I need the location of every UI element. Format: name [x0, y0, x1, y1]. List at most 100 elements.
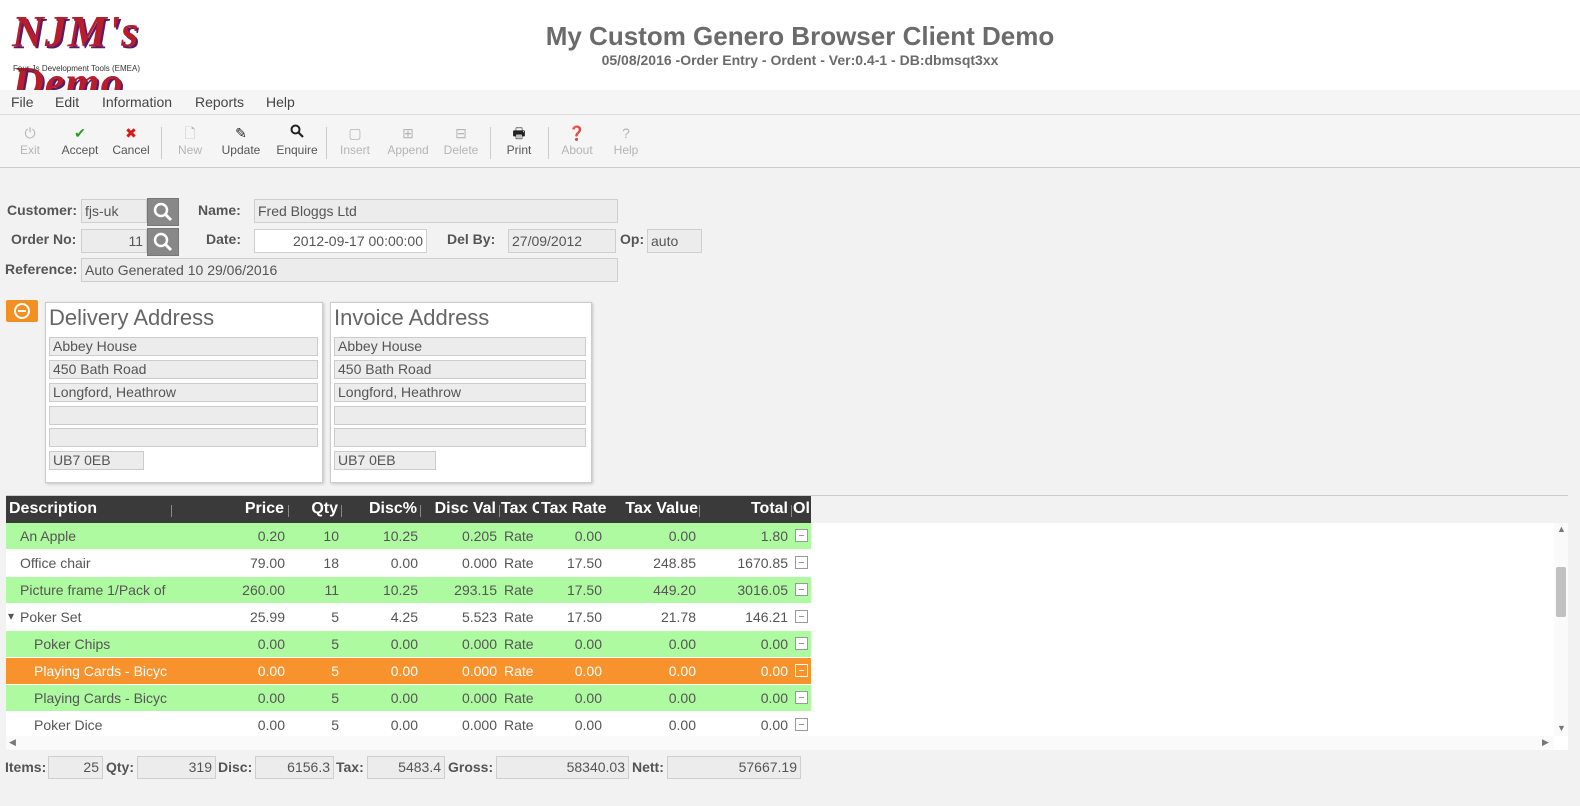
app-header: NJM's Demo Four Js Development Tools (EM… [0, 0, 1580, 107]
column-divider[interactable] [288, 505, 289, 517]
column-price[interactable]: Price [172, 500, 284, 518]
menu-reports[interactable]: Reports [195, 94, 244, 110]
row-option-icon[interactable] [795, 718, 808, 731]
qty-total-field: 319 [137, 756, 216, 779]
cell-qty: 5 [331, 663, 339, 679]
gross-total-field: 58340.03 [496, 756, 629, 779]
invoice-address-line-4[interactable] [334, 406, 586, 425]
gross-label: Gross: [448, 759, 494, 775]
row-option-icon[interactable] [795, 529, 808, 542]
scroll-down-icon[interactable]: ▼ [1557, 723, 1566, 733]
delivery-address-line-5[interactable] [49, 428, 318, 447]
row-option-icon[interactable] [795, 637, 808, 650]
delivery-address-line-1[interactable]: Abbey House [49, 337, 318, 356]
del-by-field[interactable]: 27/09/2012 [508, 229, 616, 253]
order-no-field[interactable]: 11 [81, 229, 147, 253]
menu-information[interactable]: Information [102, 94, 172, 110]
cell-price: 79.00 [249, 555, 285, 571]
insert-button[interactable]: ▢ Insert [336, 123, 374, 163]
cell-disc-pct: 10.25 [382, 582, 418, 598]
vertical-scrollbar[interactable]: ▲ ▼ [1554, 523, 1568, 736]
table-row[interactable]: An Apple 0.20 10 10.25 0.205 Rate 0.00 0.00 1.80 [6, 523, 811, 550]
column-disc-pct[interactable]: Disc% [343, 500, 417, 518]
update-label: Update [221, 143, 261, 157]
row-option-icon[interactable] [795, 610, 808, 623]
help-button[interactable]: ? Help [608, 123, 644, 163]
scroll-right-icon[interactable]: ▶ [1542, 737, 1549, 748]
invoice-postcode-field[interactable]: UB7 0EB [334, 451, 436, 470]
delivery-address-line-3[interactable]: Longford, Heathrow [49, 383, 318, 402]
column-tax-value[interactable]: Tax Value [608, 500, 698, 518]
date-field[interactable]: 2012-09-17 00:00:00 [254, 229, 427, 253]
column-disc-val[interactable]: Disc Val [422, 500, 496, 518]
column-tax-rate[interactable]: Tax Rate [541, 500, 606, 518]
delivery-postcode-field[interactable]: UB7 0EB [49, 451, 144, 470]
delivery-address-line-2[interactable]: 450 Bath Road [49, 360, 318, 379]
invoice-address-line-1[interactable]: Abbey House [334, 337, 586, 356]
menu-file[interactable]: File [11, 94, 34, 110]
column-divider[interactable] [420, 505, 421, 517]
menu-edit[interactable]: Edit [55, 94, 79, 110]
column-divider[interactable] [699, 505, 700, 517]
del-by-label: Del By: [447, 231, 496, 247]
table-row[interactable]: Playing Cards - Bicyc 0.00 5 0.00 0.000 Rate 0… [6, 658, 811, 685]
delete-button[interactable]: ⊟ Delete [440, 123, 482, 163]
reference-label: Reference: [5, 261, 78, 277]
invoice-address-line-2[interactable]: 450 Bath Road [334, 360, 586, 379]
customer-field[interactable]: fjs-uk [81, 199, 147, 223]
horizontal-scrollbar[interactable]: ◀ ▶ [6, 736, 1554, 750]
collapse-addresses-button[interactable] [6, 300, 38, 322]
append-button[interactable]: ⊞ Append [384, 123, 432, 163]
about-button[interactable]: ❓ About [558, 123, 596, 163]
column-tax-code[interactable]: Tax C [501, 500, 539, 518]
cell-tax-value: 0.00 [668, 717, 696, 733]
column-divider[interactable] [341, 505, 342, 517]
accept-button[interactable]: ✔ Accept [58, 123, 102, 163]
print-button[interactable]: 🖶 Print [500, 123, 538, 163]
name-field[interactable]: Fred Bloggs Ltd [254, 199, 618, 223]
power-icon: ⏻ [24, 125, 36, 141]
exit-button[interactable]: ⏻ Exit [12, 123, 48, 163]
table-row[interactable]: Poker Chips 0.00 5 0.00 0.000 Rate 0.00 0.00 0.0… [6, 631, 811, 658]
table-row[interactable]: Picture frame 1/Pack of 260.00 11 10.25 293.… [6, 577, 811, 604]
tax-label: Tax: [336, 759, 364, 775]
row-option-icon[interactable] [795, 664, 808, 677]
cancel-button[interactable]: ✖ Cancel [110, 123, 152, 163]
row-option-icon[interactable] [795, 691, 808, 704]
cell-tax-code: Rate [504, 717, 534, 733]
row-option-icon[interactable] [795, 556, 808, 569]
cell-price: 0.00 [257, 663, 285, 679]
cell-description: Playing Cards - Bicyc [34, 690, 168, 706]
menu-help[interactable]: Help [266, 94, 295, 110]
column-qty[interactable]: Qty [290, 500, 338, 518]
column-divider[interactable] [499, 505, 500, 517]
column-total[interactable]: Total [701, 500, 788, 518]
table-row[interactable]: ▾ Poker Set 25.99 5 4.25 5.523 Rate 17.50 21.78 1… [6, 604, 811, 631]
column-description[interactable]: Description [9, 500, 169, 518]
reference-field[interactable]: Auto Generated 10 29/06/2016 [81, 258, 618, 282]
column-options[interactable]: Ol [793, 500, 811, 518]
cell-price: 0.20 [257, 528, 285, 544]
customer-lookup-button[interactable] [147, 198, 179, 226]
cell-price: 0.00 [257, 690, 285, 706]
table-row[interactable]: Office chair 79.00 18 0.00 0.000 Rate 17.50 248… [6, 550, 811, 577]
scroll-left-icon[interactable]: ◀ [9, 737, 16, 748]
row-option-icon[interactable] [795, 583, 808, 596]
op-field[interactable]: auto [647, 229, 702, 253]
invoice-address-line-5[interactable] [334, 428, 586, 447]
table-row[interactable]: Playing Cards - Bicyc 0.00 5 0.00 0.000 Rate 0… [6, 685, 811, 712]
order-lookup-button[interactable] [147, 228, 179, 256]
invoice-address-line-3[interactable]: Longford, Heathrow [334, 383, 586, 402]
table-row[interactable]: Poker Dice 0.00 5 0.00 0.000 Rate 0.00 0.00 0.00 [6, 712, 811, 739]
new-button[interactable]: 🗋 New [172, 123, 208, 163]
update-button[interactable]: ✎ Update [218, 123, 264, 163]
customer-label: Customer: [7, 202, 78, 218]
vertical-scroll-thumb[interactable] [1556, 567, 1566, 617]
delivery-address-line-4[interactable] [49, 406, 318, 425]
tree-expand-icon[interactable]: ▾ [8, 609, 14, 623]
enquire-button[interactable]: Enquire [272, 123, 322, 163]
cell-tax-code: Rate [504, 528, 534, 544]
column-divider[interactable] [791, 505, 792, 517]
cross-icon: ✖ [125, 125, 137, 141]
scroll-up-icon[interactable]: ▲ [1557, 524, 1566, 534]
